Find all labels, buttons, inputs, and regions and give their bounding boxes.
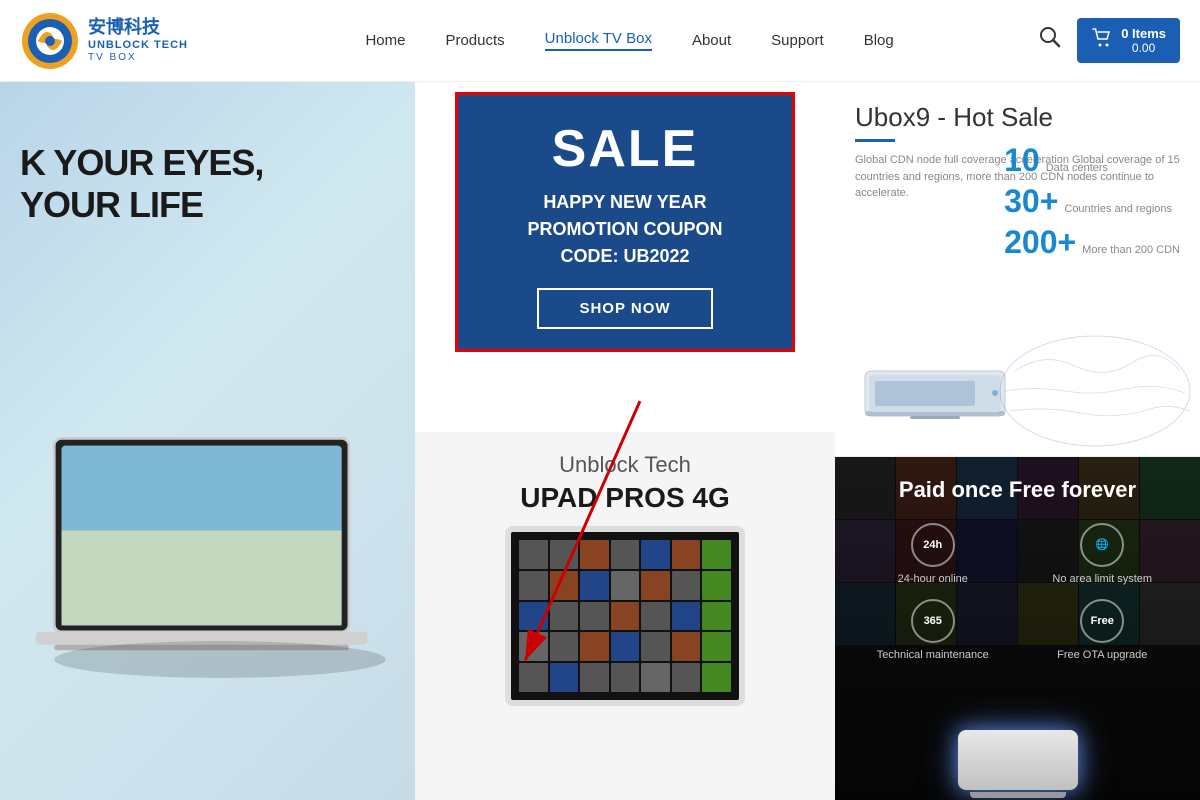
sale-subtitle-line1: HAPPY NEW YEAR xyxy=(478,189,772,216)
main-nav: Home Products Unblock TV Box About Suppo… xyxy=(220,30,1039,51)
nav-about[interactable]: About xyxy=(692,32,731,49)
stat-num-2: 30+ xyxy=(1004,183,1058,220)
stat-row-2: 30+ Countries and regions xyxy=(1004,183,1180,220)
product-brand: Unblock Tech xyxy=(415,452,835,478)
nav-blog[interactable]: Blog xyxy=(864,32,894,49)
feature-label-globe: No area limit system xyxy=(1052,573,1152,585)
paid-feature-free: Free Free OTA upgrade xyxy=(1025,599,1181,661)
logo-en: UNBLOCK TECH xyxy=(88,39,188,52)
feature-icon-free: Free xyxy=(1080,599,1124,643)
paid-feature-24h: 24h 24-hour online xyxy=(855,523,1011,585)
stat-row-3: 200+ More than 200 CDN xyxy=(1004,224,1180,261)
cart-button[interactable]: 0 Items 0.00 xyxy=(1077,18,1180,64)
logo-icon xyxy=(20,11,80,71)
ubox9-device-visual xyxy=(855,356,1015,441)
hero-section: K YOUR EYES, YOUR LIFE xyxy=(0,82,415,800)
cart-price: 0.00 xyxy=(1121,41,1166,55)
tablet-image xyxy=(505,526,745,706)
stat-label-3: More than 200 CDN xyxy=(1082,244,1180,256)
feature-icon-365: 365 xyxy=(911,599,955,643)
product-section: Unblock Tech UPAD PROS 4G xyxy=(415,432,835,800)
nav-support[interactable]: Support xyxy=(771,32,824,49)
stat-row-1: 10 Data centers xyxy=(1004,142,1180,179)
sale-title: SALE xyxy=(478,119,772,179)
feature-label-365: Technical maintenance xyxy=(877,649,989,661)
nav-home[interactable]: Home xyxy=(365,32,405,49)
logo-sub: TV BOX xyxy=(88,52,188,64)
stat-num-3: 200+ xyxy=(1004,224,1076,261)
sale-subtitle: HAPPY NEW YEAR PROMOTION COUPON CODE: UB… xyxy=(478,189,772,270)
shop-now-button[interactable]: SHOP NOW xyxy=(537,288,712,329)
feature-label-24h: 24-hour online xyxy=(898,573,968,585)
logo-text: 安博科技 UNBLOCK TECH TV BOX xyxy=(88,17,188,64)
ubox9-stats: 10 Data centers 30+ Countries and region… xyxy=(1004,142,1180,261)
paid-feature-365: 365 Technical maintenance xyxy=(855,599,1011,661)
feature-icon-24h: 24h xyxy=(911,523,955,567)
search-icon xyxy=(1039,26,1061,48)
feature-icon-globe: 🌐 xyxy=(1080,523,1124,567)
ubox9-device-svg xyxy=(855,356,1015,436)
tablet-visual-container xyxy=(415,526,835,706)
header: 安博科技 UNBLOCK TECH TV BOX Home Products U… xyxy=(0,0,1200,82)
product-name: UPAD PROS 4G xyxy=(415,482,835,514)
paid-device-area xyxy=(835,730,1200,800)
middle-column: SALE HAPPY NEW YEAR PROMOTION COUPON COD… xyxy=(415,82,835,800)
laptop-image xyxy=(0,420,415,770)
nav-unblock-tv-box[interactable]: Unblock TV Box xyxy=(545,30,652,51)
shopping-cart-icon xyxy=(1091,27,1113,49)
right-column: Ubox9 - Hot Sale Global CDN node full co… xyxy=(835,82,1200,800)
cart-items-count: 0 Items xyxy=(1121,26,1166,42)
ubox9-divider xyxy=(855,139,895,142)
world-map-svg xyxy=(995,331,1195,451)
paid-once-features-grid: 24h 24-hour online 🌐 No area limit syste… xyxy=(855,523,1180,661)
nav-products[interactable]: Products xyxy=(445,32,504,49)
hero-text: K YOUR EYES, YOUR LIFE xyxy=(20,142,263,226)
paid-once-card: Paid once Free forever 24h 24-hour onlin… xyxy=(835,457,1200,800)
hero-line2: YOUR LIFE xyxy=(20,184,263,226)
device-box-visual xyxy=(958,730,1078,790)
sale-subtitle-line2: PROMOTION COUPON xyxy=(478,216,772,243)
ubox9-card: Ubox9 - Hot Sale Global CDN node full co… xyxy=(835,82,1200,457)
header-right: 0 Items 0.00 xyxy=(1039,18,1180,64)
main-content: K YOUR EYES, YOUR LIFE SALE HAPPY NEW YE… xyxy=(0,82,1200,800)
stat-label-1: Data centers xyxy=(1046,162,1108,174)
stat-num-1: 10 xyxy=(1004,142,1040,179)
stat-label-2: Countries and regions xyxy=(1064,203,1172,215)
hero-line1: K YOUR EYES, xyxy=(20,142,263,184)
logo-area[interactable]: 安博科技 UNBLOCK TECH TV BOX xyxy=(20,11,220,71)
cart-icon xyxy=(1091,27,1113,54)
ubox9-title: Ubox9 - Hot Sale xyxy=(855,102,1180,133)
feature-label-free: Free OTA upgrade xyxy=(1057,649,1147,661)
paid-feature-globe: 🌐 No area limit system xyxy=(1025,523,1181,585)
paid-once-content: Paid once Free forever 24h 24-hour onlin… xyxy=(835,457,1200,697)
sale-subtitle-line3: CODE: UB2022 xyxy=(478,243,772,270)
search-button[interactable] xyxy=(1039,26,1061,54)
paid-once-title: Paid once Free forever xyxy=(855,477,1180,503)
cart-text: 0 Items 0.00 xyxy=(1121,26,1166,56)
sale-banner: SALE HAPPY NEW YEAR PROMOTION COUPON COD… xyxy=(455,92,795,352)
logo-cn: 安博科技 xyxy=(88,17,188,39)
